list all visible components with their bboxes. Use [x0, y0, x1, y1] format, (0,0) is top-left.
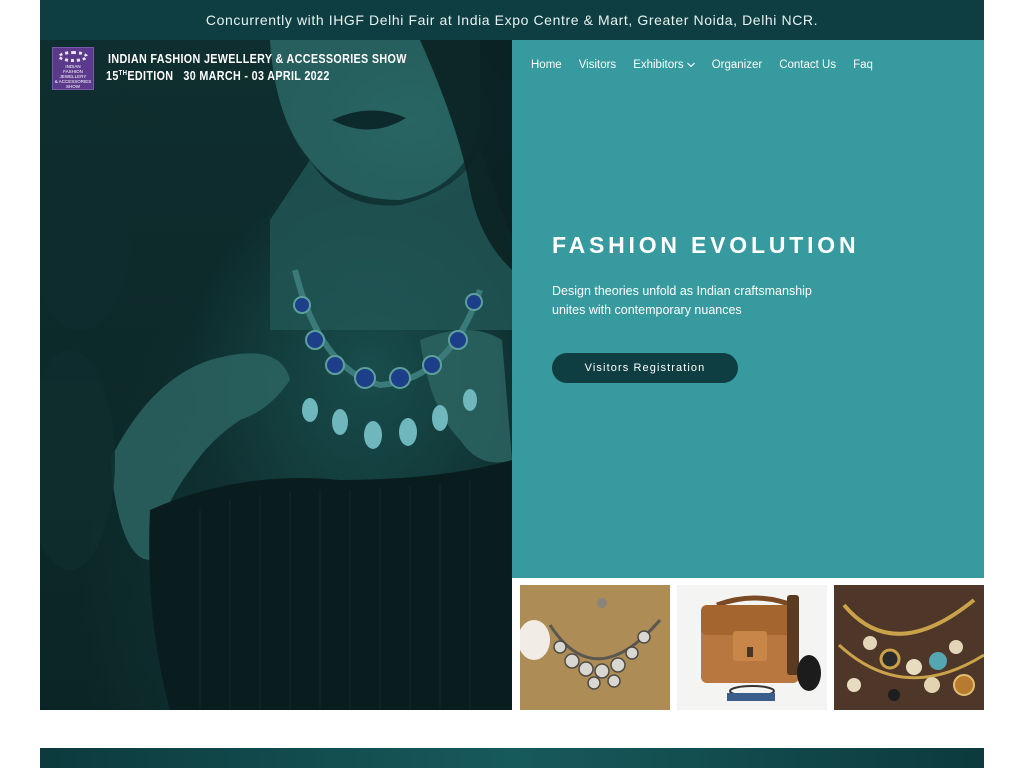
- nav-label: Organizer: [711, 59, 763, 71]
- announcement-text: Concurrently with IHGF Delhi Fair at Ind…: [205, 12, 819, 28]
- nav-label: Faq: [853, 59, 873, 71]
- logo-badge-text: Indian Fashion Jewellery & Accessories S…: [53, 64, 93, 89]
- nav-organizer[interactable]: Organizer: [712, 59, 763, 71]
- nav-label: Exhibitors: [633, 59, 684, 71]
- pearl-ring-icon: [58, 51, 88, 62]
- logo-badge-line: & Accessories Show: [54, 79, 92, 89]
- thumbnail-leather-bag[interactable]: [677, 585, 827, 710]
- visitors-registration-button[interactable]: Visitors Registration: [552, 353, 738, 383]
- nav-exhibitors[interactable]: Exhibitors: [633, 59, 695, 71]
- nav-label: Home: [531, 59, 562, 71]
- hero-title: FASHION EVOLUTION: [552, 232, 860, 258]
- hero-subtitle: Design theories unfold as Indian craftsm…: [552, 282, 852, 320]
- nav-label: Contact Us: [779, 59, 837, 71]
- thumbnail-gold-necklace[interactable]: [834, 585, 984, 710]
- nav-home[interactable]: Home: [531, 59, 562, 71]
- nav-faq[interactable]: Faq: [853, 59, 873, 71]
- hero-subtitle-line: unites with contemporary nuances: [552, 303, 742, 317]
- show-title: INDIAN FASHION JEWELLERY & ACCESSORIES S…: [108, 52, 407, 66]
- edition-suffix: TH: [118, 69, 128, 77]
- announcement-bar: Concurrently with IHGF Delhi Fair at Ind…: [40, 0, 984, 40]
- model-photo: [40, 40, 512, 710]
- hero-image-panel: Indian Fashion Jewellery & Accessories S…: [40, 40, 512, 710]
- chevron-down-icon: [686, 62, 695, 68]
- nav-visitors[interactable]: Visitors: [579, 59, 617, 71]
- hero-subtitle-line: Design theories unfold as Indian craftsm…: [552, 284, 812, 298]
- product-thumbnails: [520, 585, 984, 710]
- silver-necklace-image: [520, 585, 670, 710]
- show-logo[interactable]: Indian Fashion Jewellery & Accessories S…: [52, 47, 94, 90]
- edition-number: 15: [106, 69, 119, 83]
- edition-label: EDITION: [127, 69, 174, 83]
- logo-badge-line: Fashion Jewellery: [59, 69, 87, 79]
- nav-contact-us[interactable]: Contact Us: [779, 59, 836, 71]
- thumbnail-silver-necklace[interactable]: [520, 585, 670, 710]
- leather-bag-image: [677, 585, 827, 710]
- nav-label: Visitors: [578, 59, 617, 71]
- hero-content-panel: Home Visitors Exhibitors Organizer Conta…: [512, 40, 984, 578]
- next-section-band: [40, 748, 984, 768]
- gold-necklace-image: [834, 585, 984, 710]
- show-edition: 15THEDITION 30 MARCH - 03 APRIL 2022: [106, 69, 330, 83]
- show-dates: 30 MARCH - 03 APRIL 2022: [183, 69, 330, 83]
- main-nav: Home Visitors Exhibitors Organizer Conta…: [531, 59, 890, 71]
